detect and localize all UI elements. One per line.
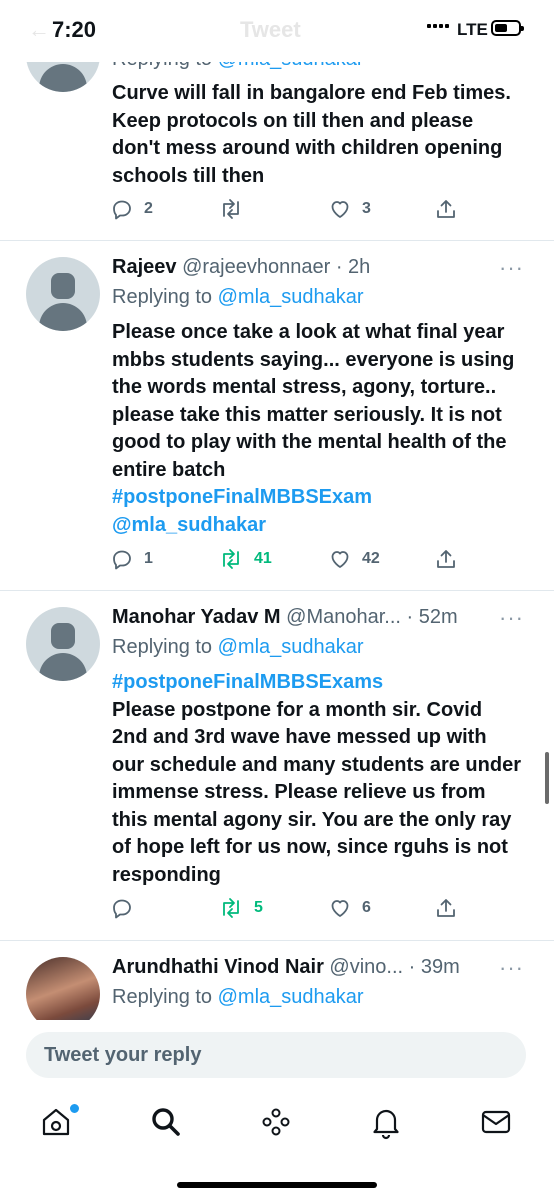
author-name[interactable]: Arundhathi Vinod Nair xyxy=(112,956,324,978)
status-bar: ← Tweet 7:20 LTE xyxy=(0,0,554,62)
share-button[interactable] xyxy=(434,896,458,920)
tweet-time: · 2h xyxy=(335,256,371,278)
retweet-count: 41 xyxy=(254,550,272,567)
avatar-default[interactable] xyxy=(26,257,100,331)
reply-icon xyxy=(113,899,131,919)
tab-home[interactable] xyxy=(38,1102,81,1140)
retweet-icon xyxy=(223,549,239,569)
tab-messages[interactable] xyxy=(478,1104,518,1140)
share-icon xyxy=(437,550,455,568)
retweet-icon xyxy=(223,199,239,219)
author-name[interactable]: Manohar Yadav M xyxy=(112,606,281,628)
tweet-actions: 5 6 xyxy=(110,896,470,926)
tab-notifications[interactable] xyxy=(368,1104,408,1140)
divider xyxy=(0,240,554,241)
scrollbar[interactable] xyxy=(545,752,549,804)
like-button[interactable]: 42 xyxy=(328,547,380,571)
avatar-photo[interactable] xyxy=(26,957,100,1020)
reply-bar: Tweet your reply xyxy=(0,1020,554,1090)
tweet-header: Rajeev @rajeevhonnaer · 2h xyxy=(112,256,370,279)
tweet-header: Arundhathi Vinod Nair @vino... · 39m xyxy=(112,956,460,979)
notifications-icon xyxy=(373,1109,399,1140)
replying-mention[interactable]: @mla_sudhakar xyxy=(218,286,364,308)
tweet-time: · 39m xyxy=(408,956,460,978)
mention-link[interactable]: @mla_sudhakar xyxy=(112,514,266,536)
share-button[interactable] xyxy=(434,547,458,571)
reply-button[interactable]: 1 xyxy=(110,547,153,571)
replying-to: Replying to @mla_sudhakar xyxy=(112,286,364,308)
reply-count: 1 xyxy=(144,550,153,567)
bottom-tab-bar xyxy=(0,1090,554,1200)
like-count: 6 xyxy=(362,899,371,916)
more-options-icon[interactable]: ··· xyxy=(499,605,524,631)
replying-to: Replying to @mla_sudhakar xyxy=(112,986,364,1008)
reply-count: 2 xyxy=(144,200,153,217)
page-title: Tweet xyxy=(240,17,301,42)
author-handle[interactable]: @Manohar... xyxy=(286,606,401,628)
author-handle[interactable]: @rajeevhonnaer xyxy=(182,256,330,278)
retweet-button[interactable] xyxy=(218,197,254,221)
more-options-icon[interactable]: ··· xyxy=(499,955,524,981)
retweet-button[interactable]: 41 xyxy=(218,547,272,571)
messages-icon xyxy=(481,1110,511,1134)
avatar-default[interactable] xyxy=(26,607,100,681)
reply-icon xyxy=(113,550,131,570)
divider xyxy=(0,590,554,591)
replying-to: Replying to @mla_sudhakar xyxy=(112,636,364,658)
tweet-actions: 2 3 xyxy=(110,197,470,227)
reply-feed: Replying to @mla_sudhakar Curve will fal… xyxy=(0,0,554,1020)
retweet-icon xyxy=(223,898,239,918)
like-count: 3 xyxy=(362,200,371,217)
clock: 7:20 xyxy=(52,17,97,42)
share-icon xyxy=(437,200,455,218)
back-arrow-icon[interactable]: ← xyxy=(28,17,50,43)
battery-icon xyxy=(491,20,524,36)
spaces-icon xyxy=(262,1108,290,1136)
heart-icon xyxy=(331,551,349,568)
notification-dot xyxy=(68,1102,81,1115)
tweet-text: Please once take a look at what final ye… xyxy=(112,321,515,536)
signal-icon xyxy=(427,24,449,28)
home-indicator[interactable] xyxy=(177,1182,377,1188)
author-handle[interactable]: @vino... xyxy=(329,956,403,978)
hashtag-link[interactable]: #postponeFinalMBBSExams xyxy=(112,671,383,693)
tweet-text: #postponeFinalMBBSExams Please postpone … xyxy=(112,671,521,886)
divider xyxy=(0,940,554,941)
share-icon xyxy=(437,899,455,917)
hashtag-link[interactable]: #postponeFinalMBBSExam xyxy=(112,486,372,508)
more-options-icon[interactable]: ··· xyxy=(499,255,524,281)
like-count: 42 xyxy=(362,550,380,567)
replying-mention[interactable]: @mla_sudhakar xyxy=(218,986,364,1008)
tweet-actions: 1 41 42 xyxy=(110,547,470,577)
reply-icon xyxy=(113,200,131,220)
tab-search[interactable] xyxy=(148,1104,188,1140)
tweet-time: · 52m xyxy=(406,606,458,628)
reply-input[interactable]: Tweet your reply xyxy=(26,1032,526,1078)
heart-icon xyxy=(331,900,349,917)
network-type: LTE xyxy=(457,20,488,39)
heart-icon xyxy=(331,201,349,218)
reply-button[interactable] xyxy=(110,896,144,920)
like-button[interactable]: 3 xyxy=(328,197,371,221)
tab-spaces[interactable] xyxy=(258,1104,298,1140)
search-icon xyxy=(152,1108,180,1136)
retweet-button[interactable]: 5 xyxy=(218,896,263,920)
author-name[interactable]: Rajeev xyxy=(112,256,177,278)
tweet-header: Manohar Yadav M @Manohar... · 52m xyxy=(112,606,458,629)
like-button[interactable]: 6 xyxy=(328,896,371,920)
replying-mention[interactable]: @mla_sudhakar xyxy=(218,636,364,658)
retweet-count: 5 xyxy=(254,899,263,916)
tweet-text: Curve will fall in bangalore end Feb tim… xyxy=(112,82,511,187)
share-button[interactable] xyxy=(434,197,458,221)
reply-button[interactable]: 2 xyxy=(110,197,153,221)
